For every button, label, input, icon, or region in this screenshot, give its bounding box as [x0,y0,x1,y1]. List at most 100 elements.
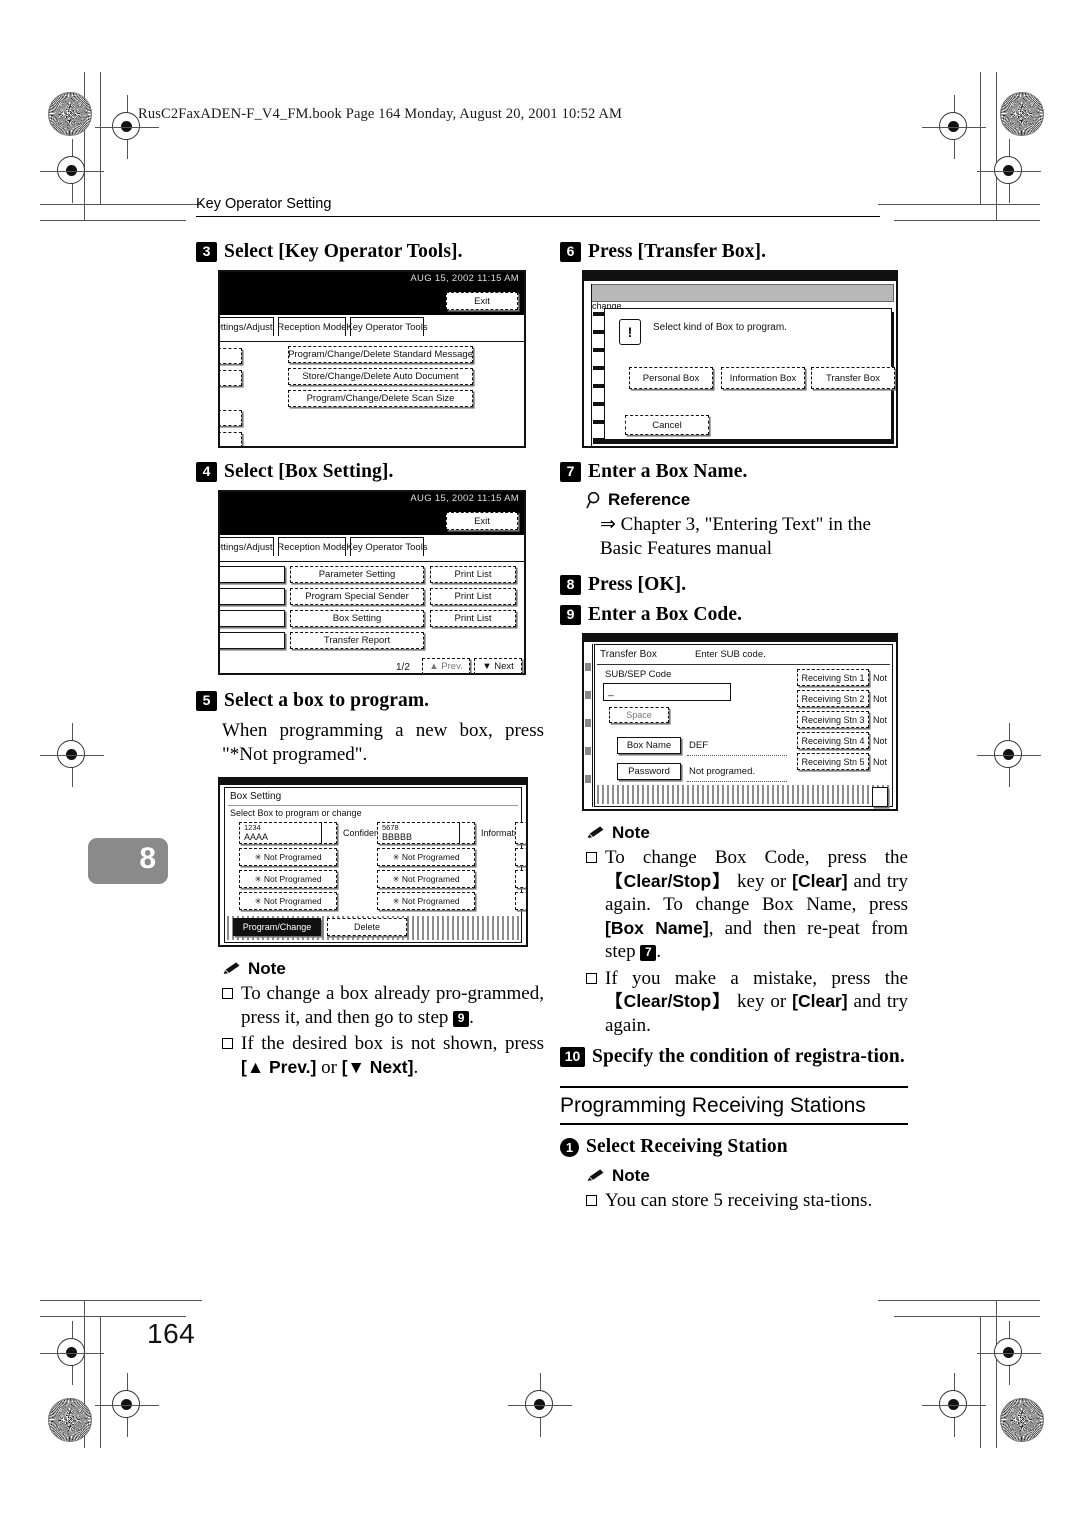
box-entry-not-programmed[interactable]: ✳ Not Programed [377,892,475,910]
button-auto-document[interactable]: Store/Change/Delete Auto Document [288,368,473,385]
side-slot[interactable] [220,432,242,446]
t: key or [731,991,793,1012]
box-entry-partial[interactable] [515,870,526,888]
button-program-special-sender[interactable]: Program Special Sender [290,588,424,605]
box-entry-partial[interactable] [515,892,526,910]
next-button[interactable]: ▼ Next [474,658,522,673]
lcd-content: Transfer Box Enter SUB code. SUB/SEP Cod… [594,644,893,807]
crop-line [894,1316,1040,1317]
receiving-station-3[interactable]: Receiving Stn 3 [797,711,869,728]
step-number: 5 [196,691,217,711]
magnifier-icon [586,491,600,508]
button-scan-size[interactable]: Program/Change/Delete Scan Size [288,390,473,407]
box-entry-not-programmed[interactable]: ✳ Not Programed [239,892,337,910]
crop-line [40,204,202,205]
step-5-heading: 5 Select a box to program. [196,689,544,712]
step-number: 9 [560,605,581,625]
reference-heading: Reference [586,490,908,510]
receiving-station-2[interactable]: Receiving Stn 2 [797,690,869,707]
pencil-icon [223,962,240,974]
box-entry-partial[interactable] [515,822,526,844]
step-4-heading: 4 Select [Box Setting]. [196,460,544,483]
chapter-tab: 8 [88,838,168,884]
receiving-station-2-state: Not [873,694,888,704]
box-entry-not-programmed[interactable]: ✳ Not Programed [239,848,337,866]
tab-reception-mode[interactable]: Reception Mode [277,537,347,556]
key-label-clear: [Clear] [792,991,848,1011]
tab-reception-mode[interactable]: Reception Mode [277,317,347,336]
crop-line [878,204,1040,205]
sub-sep-code-input[interactable]: _ [603,683,731,701]
transfer-box-button[interactable]: Transfer Box [811,367,895,389]
receiving-station-4-state: Not [873,736,888,746]
button-parameter-setting[interactable]: Parameter Setting [290,566,424,583]
receiving-station-5[interactable]: Receiving Stn 5 [797,753,869,770]
box-entry-not-programmed[interactable]: ✳ Not Programed [239,870,337,888]
tab-key-operator-tools[interactable]: Key Operator Tools [346,317,428,336]
rosette-mark [1000,92,1044,136]
step-text: Specify the condition of registra-tion. [592,1046,905,1067]
delete-button[interactable]: Delete [327,918,407,936]
registration-mark [508,1373,572,1437]
lcd-left-edge [584,284,592,446]
box-entry-5678[interactable]: 5678 BBBBB [377,822,475,844]
space-button[interactable]: Space [609,707,669,723]
lcd-side-tick [585,719,591,727]
side-slot[interactable] [220,348,242,364]
box-entry-partial[interactable] [515,848,526,866]
pencil-icon [587,826,604,838]
section-title: Programming Receiving Stations [560,1094,866,1117]
side-slot[interactable] [220,566,285,583]
registration-mark [40,1321,104,1385]
box-entry-not-programmed[interactable]: ✳ Not Programed [377,870,475,888]
t: If you make a mistake, press the [605,967,908,989]
button-print-list-3[interactable]: Print List [430,610,516,627]
key-label-clear: [Clear] [792,870,848,891]
lcd-status-bar: AUG 15, 2002 11:15 AM [220,492,524,509]
button-box-setting[interactable]: Box Setting [290,610,424,627]
registration-mark [977,139,1041,203]
side-slot[interactable] [220,588,285,605]
personal-box-button[interactable]: Personal Box [629,367,713,389]
side-slot[interactable] [220,632,285,649]
button-transfer-report[interactable]: Transfer Report [290,632,424,649]
scroll-handle[interactable] [872,787,888,807]
step-text: Select [Box Setting]. [224,461,394,482]
field-underline [687,781,787,782]
receiving-station-1[interactable]: Receiving Stn 1 [797,669,869,686]
screen-title: Box Setting [230,791,282,802]
side-slot[interactable] [220,410,242,426]
exit-button[interactable]: Exit [446,512,518,530]
box-entry-not-programmed[interactable]: ✳ Not Programed [377,848,475,866]
step-6-heading: 6 Press [Transfer Box]. [560,240,908,263]
exit-button[interactable]: Exit [446,292,518,310]
button-print-list-1[interactable]: Print List [430,566,516,583]
tab-settings-adjust[interactable]: ettings/Adjust [220,317,274,336]
prev-button[interactable]: ▲ Prev. [422,658,470,673]
crop-line [40,1316,186,1317]
note-text-pre: If the desired box is not shown, press [241,1033,544,1054]
button-print-list-2[interactable]: Print List [430,588,516,605]
note-bullet-icon [586,852,597,863]
password-button[interactable]: Password [617,763,681,780]
information-box-button[interactable]: Information Box [721,367,805,389]
inline-step-number: 7 [640,945,657,961]
side-slot[interactable] [220,610,285,627]
registration-mark [40,723,104,787]
receiving-station-4[interactable]: Receiving Stn 4 [797,732,869,749]
receiving-station-1-state: Not [873,673,888,683]
tab-settings-adjust[interactable]: ettings/Adjust [220,537,274,556]
crop-line [980,72,981,204]
screenshot-transfer-box: Transfer Box Enter SUB code. SUB/SEP Cod… [582,633,898,811]
program-change-button[interactable]: Program/Change [233,918,321,936]
note-text-mid: or [316,1056,342,1078]
box-entry-1234[interactable]: 1234 AAAA [239,822,337,844]
tab-key-operator-tools[interactable]: Key Operator Tools [346,537,428,556]
sub-sep-code-value: _ [608,686,614,697]
crop-line [40,220,186,221]
box-name-button[interactable]: Box Name [617,737,681,754]
button-standard-message[interactable]: Program/Change/Delete Standard Message [288,346,473,363]
lcd-side-tick [585,747,591,755]
cancel-button[interactable]: Cancel [625,415,709,435]
side-slot[interactable] [220,370,242,386]
